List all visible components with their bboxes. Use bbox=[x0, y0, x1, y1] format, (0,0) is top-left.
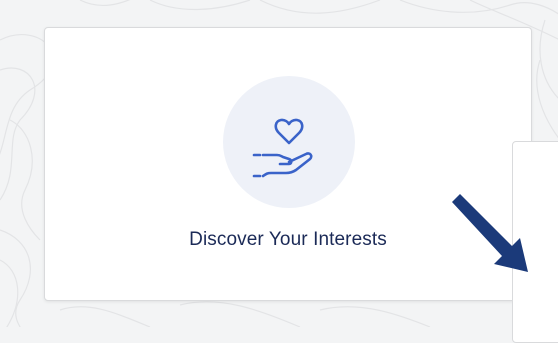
icon-circle bbox=[223, 76, 355, 208]
diagonal-arrow-icon bbox=[452, 194, 528, 272]
heart-in-hand-icon bbox=[252, 118, 313, 178]
